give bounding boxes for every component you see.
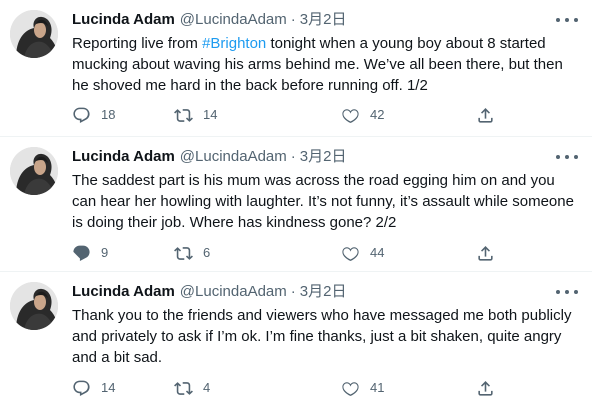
tweet-text: Thank you to the friends and viewers who…: [72, 307, 572, 366]
tweet-text: Reporting live from #Brighton tonight wh…: [72, 33, 582, 96]
author-name[interactable]: Lucinda Adam: [72, 147, 175, 167]
tweet-actions: 18 14 42: [72, 105, 522, 125]
avatar[interactable]: [10, 282, 58, 330]
tweet-header: Lucinda Adam @LucindaAdam · 3月2日: [72, 282, 580, 302]
like-count: 42: [370, 107, 385, 122]
like-button[interactable]: 41: [341, 378, 384, 398]
like-button[interactable]: 44: [341, 243, 384, 263]
heart-icon: [342, 381, 359, 396]
tweet-date[interactable]: 3月2日: [300, 10, 347, 30]
tweet-date[interactable]: 3月2日: [300, 282, 347, 302]
reply-button[interactable]: 9: [72, 243, 108, 263]
like-button[interactable]: 42: [341, 105, 384, 125]
heart-icon: [342, 108, 359, 123]
author-handle[interactable]: @LucindaAdam: [180, 147, 287, 167]
hashtag-link[interactable]: #Brighton: [202, 35, 266, 52]
author-handle[interactable]: @LucindaAdam: [180, 282, 287, 302]
author-handle[interactable]: @LucindaAdam: [180, 10, 287, 30]
retweet-button[interactable]: 14: [174, 105, 217, 125]
reply-count: 9: [101, 245, 109, 260]
share-icon: [478, 380, 493, 396]
tweet-text: The saddest part is his mum was across t…: [72, 172, 574, 231]
avatar[interactable]: [10, 10, 58, 58]
tweet-header: Lucinda Adam @LucindaAdam · 3月2日: [72, 10, 580, 30]
author-name[interactable]: Lucinda Adam: [72, 282, 175, 302]
reply-count: 18: [101, 107, 116, 122]
retweet-button[interactable]: 4: [174, 378, 210, 398]
tweet[interactable]: Lucinda Adam @LucindaAdam · 3月2日 Thank y…: [0, 272, 592, 415]
reply-count: 14: [101, 380, 116, 395]
retweet-count: 4: [203, 380, 211, 395]
share-button[interactable]: [476, 378, 495, 398]
share-icon: [478, 107, 493, 123]
avatar[interactable]: [10, 147, 58, 195]
retweet-button[interactable]: 6: [174, 243, 210, 263]
more-icon[interactable]: [556, 12, 578, 28]
tweet[interactable]: Lucinda Adam @LucindaAdam · 3月2日 Reporti…: [0, 0, 592, 137]
share-icon: [478, 245, 493, 261]
more-icon[interactable]: [556, 284, 578, 300]
share-button[interactable]: [476, 105, 495, 125]
separator-dot: ·: [290, 283, 296, 300]
tweet-actions: 14 4 41: [72, 378, 522, 398]
like-count: 41: [370, 380, 385, 395]
retweet-count: 14: [203, 107, 218, 122]
retweet-icon: [174, 108, 193, 122]
tweet-header: Lucinda Adam @LucindaAdam · 3月2日: [72, 147, 580, 167]
separator-dot: ·: [290, 148, 296, 165]
tweet-date[interactable]: 3月2日: [300, 147, 347, 167]
tweet[interactable]: Lucinda Adam @LucindaAdam · 3月2日 The sad…: [0, 137, 592, 272]
tweet-thread: Lucinda Adam @LucindaAdam · 3月2日 Reporti…: [0, 0, 592, 415]
tweet-text-part: Reporting live from: [72, 35, 203, 52]
heart-icon: [342, 246, 359, 261]
share-button[interactable]: [476, 243, 495, 263]
retweet-icon: [174, 381, 193, 395]
reply-button[interactable]: 18: [72, 105, 115, 125]
reply-icon: [73, 380, 90, 396]
reply-button[interactable]: 14: [72, 378, 115, 398]
tweet-actions: 9 6 44: [72, 243, 522, 263]
separator-dot: ·: [290, 11, 296, 28]
author-name[interactable]: Lucinda Adam: [72, 10, 175, 30]
retweet-count: 6: [203, 245, 211, 260]
retweet-icon: [174, 246, 193, 260]
like-count: 44: [370, 245, 385, 260]
reply-icon: [73, 245, 90, 261]
reply-icon: [73, 107, 90, 123]
more-icon[interactable]: [556, 149, 578, 165]
